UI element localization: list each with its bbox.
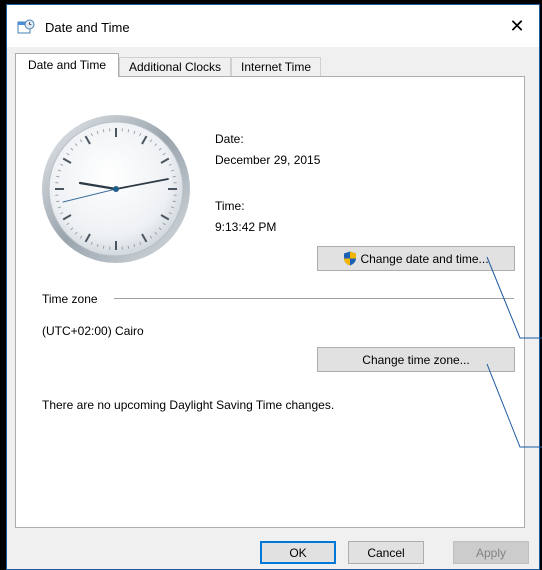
cancel-button[interactable]: Cancel: [348, 541, 424, 564]
close-button[interactable]: ✕: [495, 5, 539, 47]
time-zone-section-label: Time zone: [42, 292, 98, 306]
change-date-and-time-label: Change date and time...: [360, 251, 489, 266]
time-value: 9:13:42 PM: [215, 220, 277, 234]
close-icon: ✕: [509, 15, 525, 36]
time-label: Time:: [215, 199, 245, 213]
ok-button[interactable]: OK: [260, 541, 336, 564]
change-time-zone-button[interactable]: Change time zone...: [317, 347, 515, 372]
dst-message: There are no upcoming Daylight Saving Ti…: [42, 398, 335, 412]
tab-additional-clocks[interactable]: Additional Clocks: [119, 57, 231, 76]
date-label: Date:: [215, 132, 244, 146]
ok-label: OK: [289, 545, 307, 560]
date-time-icon: [17, 19, 35, 34]
change-date-and-time-button[interactable]: Change date and time...: [317, 246, 515, 271]
uac-shield-icon: [344, 251, 357, 266]
window-title: Date and Time: [45, 20, 130, 35]
cancel-label: Cancel: [367, 545, 405, 560]
time-zone-value: (UTC+02:00) Cairo: [42, 324, 144, 338]
change-time-zone-label: Change time zone...: [362, 352, 470, 367]
apply-label: Apply: [475, 545, 507, 560]
title-bar: Date and Time ✕: [7, 5, 539, 47]
apply-button[interactable]: Apply: [453, 541, 529, 564]
analog-clock: [42, 115, 190, 263]
tab-internet-time[interactable]: Internet Time: [231, 57, 321, 76]
date-value: December 29, 2015: [215, 153, 321, 167]
date-and-time-dialog: Date and Time ✕ Date and Time Additional…: [6, 4, 540, 570]
time-zone-divider: [114, 298, 514, 299]
tab-date-and-time[interactable]: Date and Time: [15, 53, 119, 77]
tab-panel-date-and-time: Date: December 29, 2015 Time: 9:13:42 PM…: [15, 76, 525, 528]
